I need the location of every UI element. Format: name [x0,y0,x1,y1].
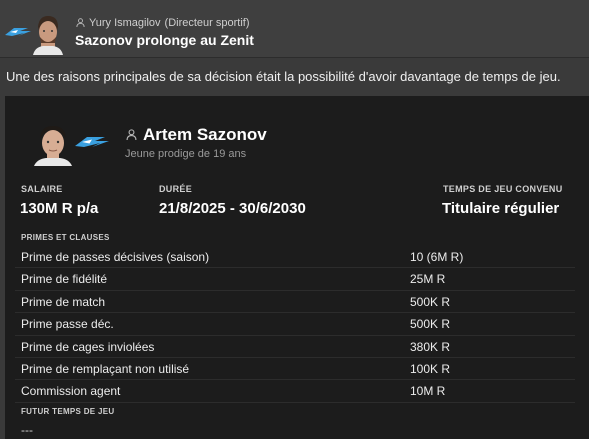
bonuses-table: Prime de passes décisives (saison) 10 (6… [15,246,575,403]
table-row: Prime de match 500K R [15,291,575,314]
salary-label: SALAIRE [21,184,63,194]
table-row: Commission agent 10M R [15,380,575,403]
table-row: Prime de passes décisives (saison) 10 (6… [15,246,575,269]
bonus-value: 100K R [410,361,451,376]
player-name-text[interactable]: Artem Sazonov [143,125,267,144]
bonuses-title: PRIMES ET CLAUSES [21,233,110,242]
bonus-value: 500K R [410,317,451,332]
table-row: Prime de cages inviolées 380K R [15,336,575,358]
bonus-label: Prime de passes décisives (saison) [21,250,210,264]
contract-panel: Artem Sazonov Jeune prodige de 19 ans SA… [5,96,589,439]
player-name[interactable]: Artem Sazonov [126,125,267,145]
sender-avatar[interactable] [33,13,63,55]
message-intro: Une des raisons principales de sa décisi… [6,69,561,84]
duration-label: DURÉE [159,184,193,194]
bonus-label: Prime de match [21,294,106,309]
bonus-label: Prime passe déc. [21,317,114,332]
player-avatar[interactable] [31,122,75,166]
bonus-value: 380K R [410,339,451,354]
table-row: Prime de remplaçant non utilisé 100K R [15,358,575,381]
sender-line: Yury Ismagilov (Directeur sportif) [76,17,250,29]
table-row: Prime de fidélité 25M R [15,268,575,291]
bonus-label: Prime de cages inviolées [21,339,155,354]
player-subtitle: Jeune prodige de 19 ans [125,148,247,160]
future-playtime-title: FUTUR TEMPS DE JEU [21,407,115,416]
future-playtime-value: --- [21,423,33,437]
sender-name[interactable]: Yury Ismagilov [89,17,161,29]
message-headline: Sazonov prolonge au Zenit [75,32,254,48]
bonus-label: Prime de fidélité [21,272,108,287]
playtime-label: TEMPS DE JEU CONVENU [443,184,563,194]
bonus-value: 25M R [410,272,446,287]
playtime-value: Titulaire régulier [442,200,560,217]
bonus-value: 10 (6M R) [410,250,464,264]
message-header: Yury Ismagilov (Directeur sportif) Sazono… [0,0,589,58]
sender-role: (Directeur sportif) [164,17,250,29]
bonus-label: Prime de remplaçant non utilisé [21,361,190,376]
person-icon [76,18,85,27]
duration-value: 21/8/2025 - 30/6/2030 [159,200,306,217]
bonus-value: 500K R [410,294,451,309]
zenit-logo-icon[interactable] [4,25,32,39]
zenit-logo-icon[interactable] [74,133,110,151]
table-row: Prime passe déc. 500K R [15,313,575,336]
person-icon [126,129,137,140]
bonus-label: Commission agent [21,384,121,399]
salary-value: 130M R p/a [20,200,99,217]
bonus-value: 10M R [410,384,446,399]
